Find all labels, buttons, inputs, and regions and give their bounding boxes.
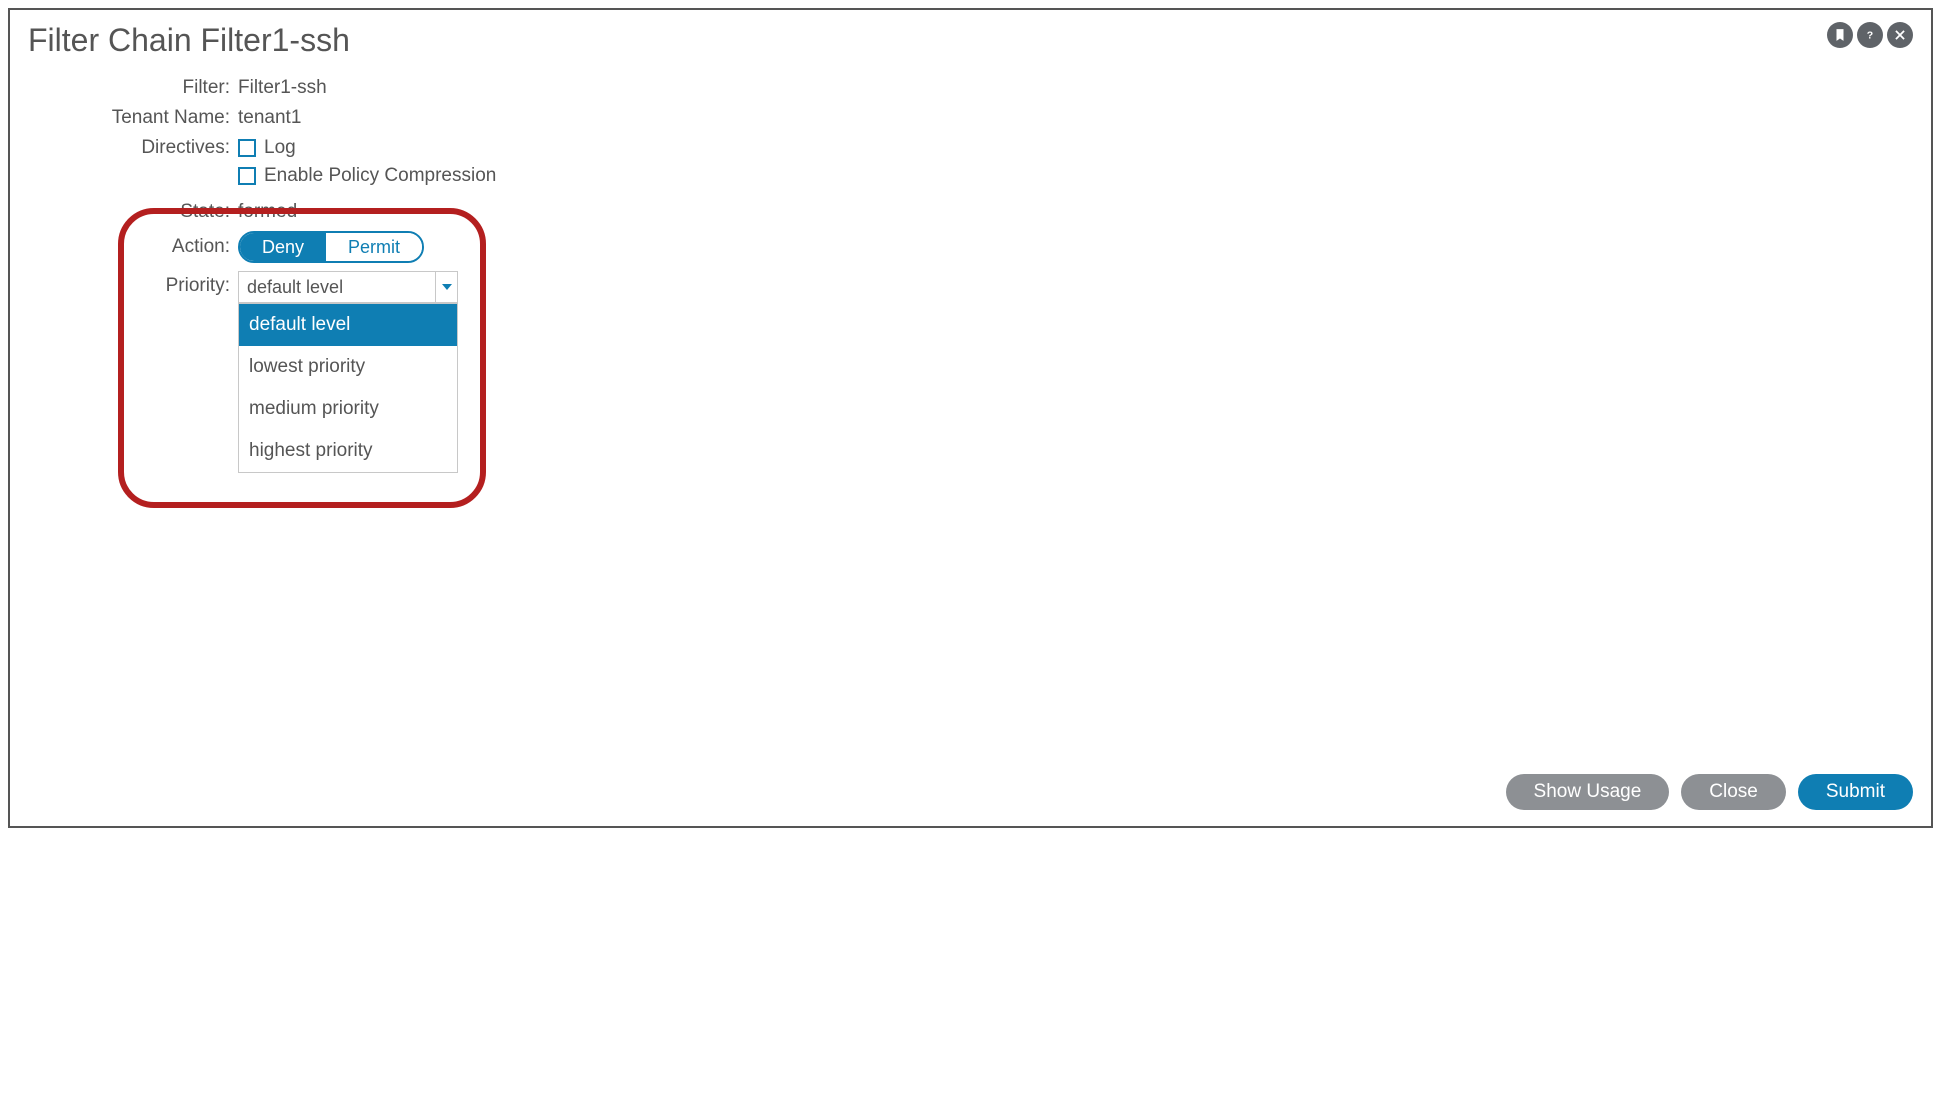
action-deny-button[interactable]: Deny	[240, 233, 326, 261]
show-usage-button[interactable]: Show Usage	[1506, 774, 1670, 810]
compression-checkbox[interactable]	[238, 167, 256, 185]
dialog-title-name: Filter1-ssh	[201, 22, 350, 58]
chevron-down-icon	[442, 284, 452, 290]
priority-select-wrap: default level default level lowest prior…	[238, 271, 458, 303]
priority-select[interactable]: default level	[238, 271, 458, 303]
priority-row: Priority: default level default level lo…	[28, 271, 1913, 303]
filter-row: Filter: Filter1-ssh	[28, 77, 1913, 99]
dialog-title: Filter Chain Filter1-ssh	[28, 22, 350, 59]
bookmark-icon[interactable]	[1827, 22, 1853, 48]
log-checkbox[interactable]	[238, 139, 256, 157]
form-area: Filter: Filter1-ssh Tenant Name: tenant1…	[28, 77, 1913, 303]
filter-value: Filter1-ssh	[238, 77, 327, 99]
directive-compression-line: Enable Policy Compression	[238, 165, 496, 187]
help-icon[interactable]: ?	[1857, 22, 1883, 48]
dialog-header: Filter Chain Filter1-ssh ?	[28, 22, 1913, 59]
footer-buttons: Show Usage Close Submit	[1506, 774, 1913, 810]
state-value: formed	[238, 201, 297, 223]
tenant-value: tenant1	[238, 107, 301, 129]
action-permit-button[interactable]: Permit	[326, 233, 422, 261]
action-label: Action:	[28, 236, 238, 258]
directives-row: Directives: Log Enable Policy Compressio…	[28, 137, 1913, 193]
submit-button[interactable]: Submit	[1798, 774, 1913, 810]
filter-chain-dialog: Filter Chain Filter1-ssh ? Filter: Filte…	[8, 8, 1933, 828]
compression-checkbox-label: Enable Policy Compression	[264, 165, 496, 187]
priority-label: Priority:	[28, 271, 238, 297]
directives-group: Log Enable Policy Compression	[238, 137, 496, 193]
state-label: State:	[28, 201, 238, 223]
priority-option-highest[interactable]: highest priority	[239, 430, 457, 472]
directives-label: Directives:	[28, 137, 238, 159]
priority-option-lowest[interactable]: lowest priority	[239, 346, 457, 388]
directive-log-line: Log	[238, 137, 496, 159]
tenant-label: Tenant Name:	[28, 107, 238, 129]
dialog-title-prefix: Filter Chain	[28, 22, 201, 58]
header-icon-group: ?	[1827, 22, 1913, 48]
priority-select-value: default level	[247, 277, 343, 298]
log-checkbox-label: Log	[264, 137, 296, 159]
filter-label: Filter:	[28, 77, 238, 99]
priority-option-default[interactable]: default level	[239, 304, 457, 346]
priority-dropdown: default level lowest priority medium pri…	[238, 303, 458, 473]
close-icon[interactable]	[1887, 22, 1913, 48]
tenant-row: Tenant Name: tenant1	[28, 107, 1913, 129]
priority-option-medium[interactable]: medium priority	[239, 388, 457, 430]
action-toggle: Deny Permit	[238, 231, 424, 263]
state-row: State: formed	[28, 201, 1913, 223]
svg-text:?: ?	[1867, 30, 1873, 42]
action-row: Action: Deny Permit	[28, 231, 1913, 263]
close-button[interactable]: Close	[1681, 774, 1786, 810]
priority-caret-box	[435, 272, 457, 302]
